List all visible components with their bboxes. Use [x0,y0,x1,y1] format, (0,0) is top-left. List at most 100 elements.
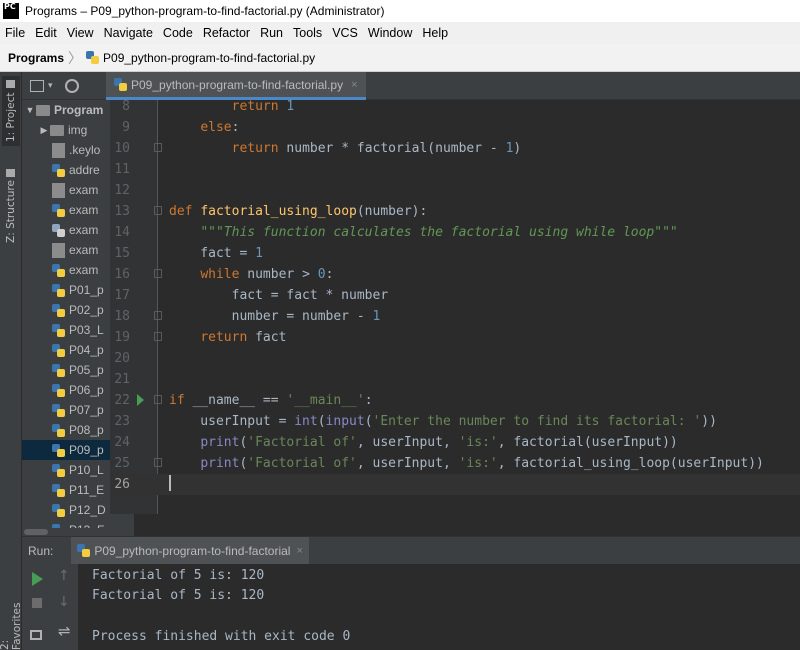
menu-vcs[interactable]: VCS [327,26,363,40]
code-line[interactable]: 16 while number > 0: [110,264,800,285]
python-file-icon [52,263,65,278]
collapse-arrow-icon[interactable]: ▶ [38,125,50,136]
code-line[interactable]: 17 fact = fact * number [110,285,800,306]
code-text: if __name__ == '__main__': [169,390,373,411]
down-arrow-icon[interactable]: ↓ [58,594,70,610]
code-token: """This function calculates the factoria… [200,225,678,240]
code-line[interactable]: 24 print('Factorial of', userInput, 'is:… [110,432,800,453]
code-token: else [200,120,232,135]
code-token: if [169,393,193,408]
code-line[interactable]: 21 [110,369,800,390]
code-line[interactable]: 11 [110,159,800,180]
stop-icon[interactable] [32,598,42,608]
breadcrumb-root[interactable]: Programs [8,51,64,65]
project-tab-label: 1: Project [5,92,17,142]
fold-marker-icon[interactable] [154,206,162,215]
soft-wrap-icon[interactable]: ⇌ [58,622,71,640]
code-line[interactable]: 12 [110,180,800,201]
code-line[interactable]: 10 return number * factorial(number - 1) [110,138,800,159]
locate-file-icon[interactable] [64,78,79,93]
fold-marker-icon[interactable] [154,458,162,467]
code-line[interactable]: 22 if __name__ == '__main__': [110,390,800,411]
menu-view[interactable]: View [62,26,99,40]
window-title: Programs – P09_python-program-to-find-fa… [25,4,385,18]
line-number: 24 [114,435,130,450]
menu-help[interactable]: Help [417,26,453,40]
python-file-icon [86,51,100,64]
code-token: 'is:' [458,435,498,450]
folder-icon [6,80,16,89]
code-editor[interactable]: 8 return 19 else: 10 return number * fact… [110,100,800,514]
code-line[interactable]: 20 [110,348,800,369]
code-line[interactable]: 18 number = number - 1 [110,306,800,327]
code-line[interactable]: 25 print('Factorial of', userInput, 'is:… [110,453,800,474]
breadcrumb-file[interactable]: P09_python-program-to-find-factorial.py [103,51,315,65]
favorites-tab-label: 2: Favorites [0,602,23,650]
fold-marker-icon[interactable] [154,311,162,320]
project-item-label: addre [69,163,100,177]
tab-favorites[interactable]: 2: Favorites [0,592,23,650]
run-tab-label: P09_python-program-to-find-factorial [94,543,291,558]
code-line[interactable]: 15 fact = 1 [110,243,800,264]
run-config-tab[interactable]: P09_python-program-to-find-factorial × [71,536,309,565]
menu-run[interactable]: Run [255,26,288,40]
python-file-icon [52,363,65,378]
fold-marker-icon[interactable] [154,332,162,341]
code-text: """This function calculates the factoria… [169,222,678,243]
editor-tab-active[interactable]: P09_python-program-to-find-factorial.py … [106,72,366,100]
code-line[interactable]: 26 [110,474,800,495]
code-line[interactable]: 14 """This function calculates the facto… [110,222,800,243]
code-token: fact = fact * number [169,288,389,303]
python-file-icon [52,203,65,218]
console-line: Factorial of 5 is: 120 [92,568,265,583]
menu-tools[interactable]: Tools [288,26,327,40]
up-arrow-icon[interactable]: ↑ [58,568,70,584]
code-token: ( [317,414,326,429]
scrollbar-thumb[interactable] [24,529,48,535]
code-token: 1 [372,309,381,324]
layout-icon[interactable] [30,630,42,640]
code-text: print('Factorial of', userInput, 'is:', … [169,453,764,474]
python-file-icon [52,423,65,438]
project-horizontal-scrollbar[interactable] [22,528,134,536]
line-number: 12 [114,183,130,198]
menu-bar: File Edit View Navigate Code Refactor Ru… [0,22,800,44]
menu-edit[interactable]: Edit [30,26,62,40]
menu-navigate[interactable]: Navigate [99,26,158,40]
dropdown-arrow-icon[interactable]: ▾ [48,81,53,91]
line-number: 22 [114,393,130,408]
project-item-label: P04_p [69,343,104,357]
run-gutter-icon[interactable] [137,394,144,406]
fold-marker-icon[interactable] [154,269,162,278]
menu-code[interactable]: Code [158,26,198,40]
menu-window[interactable]: Window [363,26,417,40]
code-line[interactable]: 19 return fact [110,327,800,348]
line-number: 18 [114,309,130,324]
tab-structure[interactable]: Z: Structure [2,166,20,246]
project-item-label: exam [69,183,99,197]
pycharm-logo-icon: PC [3,3,19,19]
close-tab-icon[interactable]: × [351,79,357,91]
menu-refactor[interactable]: Refactor [198,26,255,40]
code-line[interactable]: 13 def factorial_using_loop(number): [110,201,800,222]
project-item-label: img [68,123,88,137]
code-token: factorial_using_loop [200,204,357,219]
run-console[interactable]: Factorial of 5 is: 120 Factorial of 5 is… [78,564,800,650]
code-line[interactable]: 8 return 1 [110,100,800,117]
menu-file[interactable]: File [0,26,30,40]
expand-arrow-icon[interactable]: ▼ [24,105,36,115]
line-number: 16 [114,267,130,282]
project-view-icon[interactable] [30,79,44,92]
code-line[interactable]: 23 userInput = int(input('Enter the numb… [110,411,800,432]
close-run-tab-icon[interactable]: × [296,545,302,557]
project-item-label: P09_p [69,443,104,457]
fold-marker-icon[interactable] [154,143,162,152]
code-line[interactable]: 9 else: [110,117,800,138]
code-token: return [231,141,287,156]
rerun-icon[interactable] [32,572,43,586]
fold-marker-icon[interactable] [154,395,162,404]
tab-project[interactable]: 1: Project [2,76,20,146]
